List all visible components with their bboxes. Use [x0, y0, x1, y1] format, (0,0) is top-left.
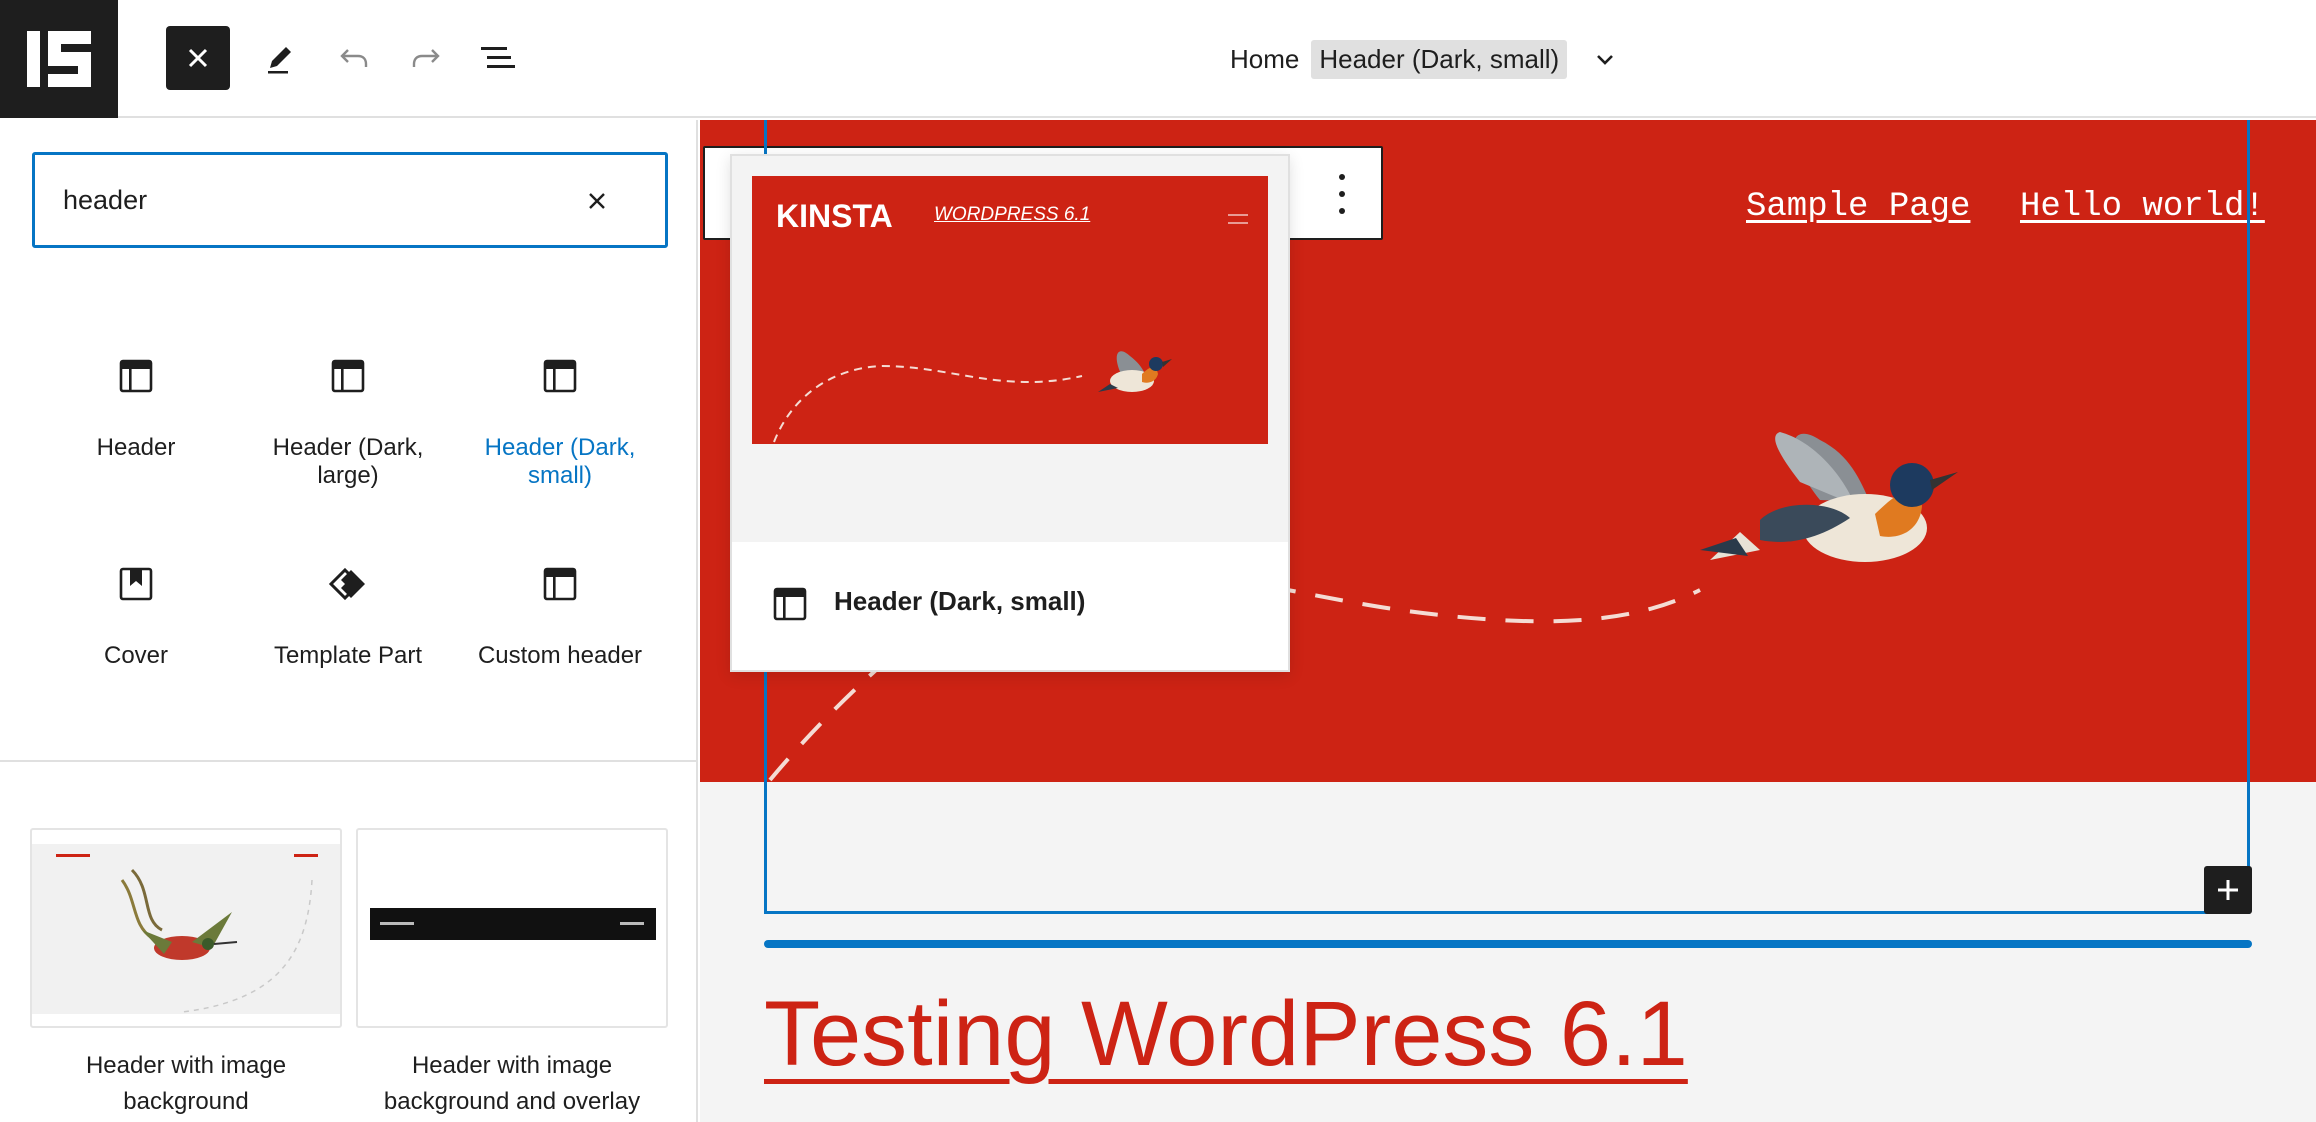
block-template-part[interactable]: Template Part [248, 564, 448, 670]
insertion-indicator [764, 940, 2252, 948]
cover-icon [118, 566, 154, 602]
list-view-icon [479, 40, 517, 76]
block-label: Header (Dark, large) [248, 434, 448, 490]
block-label: Header [36, 434, 236, 462]
template-part-icon [330, 358, 366, 394]
pencil-icon [262, 40, 298, 76]
template-part-icon [772, 586, 808, 622]
block-search-input[interactable] [63, 177, 583, 223]
block-header-dark-large[interactable]: Header (Dark, large) [248, 356, 448, 490]
preview-block-title: Header (Dark, small) [834, 586, 1085, 617]
block-label: Template Part [248, 642, 448, 670]
block-search-field[interactable] [32, 152, 668, 248]
block-inserter-panel: Header Header (Dark, large) Header (Dark… [0, 120, 698, 1122]
template-part-icon [118, 358, 154, 394]
editor-top-bar: Home Header (Dark, small) [0, 0, 2316, 118]
list-view-button[interactable] [466, 26, 530, 90]
preview-area: KINSTA WORDPRESS 6.1 [732, 156, 1288, 542]
block-preview-popover: KINSTA WORDPRESS 6.1 [730, 154, 1290, 672]
document-actions-toggle[interactable] [1587, 41, 1623, 77]
breadcrumb-home[interactable]: Home [1230, 44, 1299, 75]
hummingbird-illustration [32, 830, 342, 1028]
preview-header: KINSTA WORDPRESS 6.1 [752, 176, 1268, 444]
block-label: Custom header [460, 642, 660, 670]
tools-button[interactable] [248, 26, 312, 90]
pattern-thumbnail [30, 828, 342, 1028]
pattern-header-image-overlay[interactable]: Header with image background and overlay [356, 828, 668, 1120]
block-header-dark-small[interactable]: Header (Dark, small) [460, 356, 660, 490]
template-part-icon [542, 566, 578, 602]
document-breadcrumb: Home Header (Dark, small) [1230, 36, 1623, 82]
clear-search-button[interactable] [579, 183, 615, 219]
pattern-header-image-background[interactable]: Header with image background [30, 828, 342, 1120]
editor-canvas[interactable]: Sample Page Hello world! Testing WordPre… [700, 120, 2316, 1122]
undo-button[interactable] [322, 26, 386, 90]
block-label: Header (Dark, small) [460, 434, 660, 490]
redo-button[interactable] [394, 26, 458, 90]
post-title[interactable]: Testing WordPress 6.1 [764, 982, 1688, 1087]
preview-bird-illustration [752, 176, 1268, 444]
chevron-down-icon [1592, 46, 1618, 72]
pattern-label: Header with image background and overlay [356, 1048, 668, 1120]
breadcrumb-current[interactable]: Header (Dark, small) [1311, 40, 1567, 79]
pattern-label: Header with image background [30, 1048, 342, 1120]
site-logo-icon[interactable] [0, 0, 118, 118]
block-cover[interactable]: Cover [36, 564, 236, 670]
block-custom-header[interactable]: Custom header [460, 564, 660, 670]
undo-icon [336, 40, 372, 76]
section-divider [0, 760, 698, 762]
close-inserter-button[interactable] [166, 26, 230, 90]
template-part-icon [542, 358, 578, 394]
redo-icon [408, 40, 444, 76]
preview-footer: Header (Dark, small) [732, 542, 1288, 670]
add-block-button[interactable] [2204, 866, 2252, 914]
diamond-icon [327, 566, 369, 602]
plus-icon [2215, 877, 2241, 903]
close-icon [585, 189, 609, 213]
block-label: Cover [36, 642, 236, 670]
block-header[interactable]: Header [36, 356, 236, 462]
close-icon [185, 45, 211, 71]
pattern-thumbnail [356, 828, 668, 1028]
